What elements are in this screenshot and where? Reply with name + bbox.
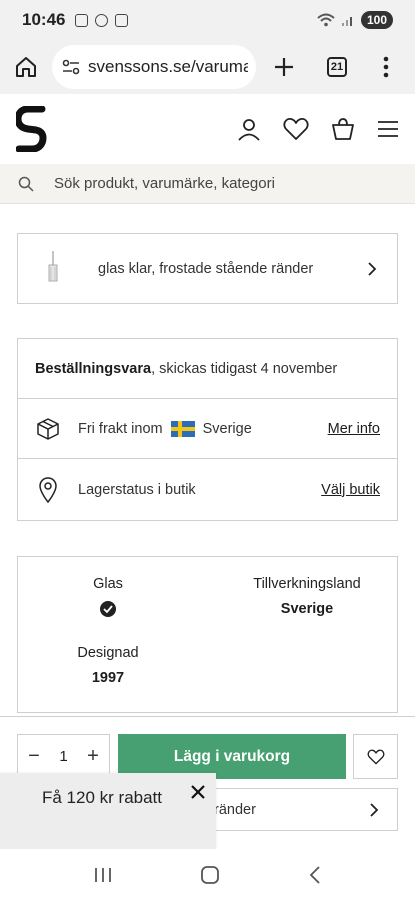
more-vert-icon — [383, 56, 389, 78]
svenssons-logo[interactable] — [16, 106, 48, 152]
site-header — [0, 94, 415, 164]
variant-thumbnail — [42, 250, 64, 287]
address-bar[interactable]: svenssons.se/varumarken — [52, 45, 256, 89]
status-right: 100 — [317, 11, 393, 29]
spec-country-label: Tillverkningsland — [253, 576, 361, 592]
spec-country-value: Sverige — [280, 601, 334, 617]
shopping-basket-icon[interactable] — [331, 117, 355, 141]
sticky-variant-label: ränder — [214, 801, 256, 818]
promo-text[interactable]: Få 120 kr rabatt — [42, 788, 162, 808]
spec-designed: Designad 1997 — [70, 645, 146, 686]
notification-chat-icon — [95, 13, 109, 27]
close-icon — [191, 785, 205, 799]
spec-glass: Glas — [70, 576, 146, 617]
hamburger-menu-icon[interactable] — [377, 120, 399, 138]
cart-divider — [0, 716, 415, 717]
sweden-flag-icon — [170, 420, 195, 437]
pendant-lamp-thumbnail-icon — [48, 250, 58, 281]
choose-store-link[interactable]: Välj butik — [321, 482, 380, 498]
chevron-right-icon — [368, 261, 377, 276]
order-item-text: Beställningsvara, skickas tidigast 4 nov… — [35, 361, 337, 377]
header-actions — [237, 117, 399, 141]
stock-text: Lagerstatus i butik — [78, 481, 196, 498]
order-item-rest: , skickas tidigast 4 november — [151, 360, 338, 377]
shipping-text: Fri frakt inom — [78, 420, 163, 437]
plus-icon — [275, 58, 293, 76]
spec-country: Tillverkningsland Sverige — [234, 576, 380, 617]
url-text: svenssons.se/varumarken — [88, 57, 248, 76]
variant-label: glas klar, frostade stående ränder — [98, 260, 314, 277]
quantity-decrease-button[interactable]: − — [26, 745, 42, 768]
home-button[interactable] — [0, 40, 52, 94]
product-specs: Glas Tillverkningsland Sverige Designad … — [17, 556, 398, 713]
search-input[interactable]: Sök produkt, varumärke, kategori — [54, 175, 275, 192]
site-settings-icon — [62, 59, 80, 75]
tab-count: 21 — [327, 57, 347, 77]
variant-selector[interactable]: glas klar, frostade stående ränder — [17, 233, 398, 304]
shipping-row: Fri frakt inom Sverige Mer info — [18, 399, 397, 459]
order-item-bold: Beställningsvara — [35, 360, 152, 377]
quantity-increase-button[interactable]: + — [85, 745, 101, 768]
status-notification-icons — [75, 13, 129, 27]
status-time: 10:46 — [22, 10, 66, 29]
spec-glass-label: Glas — [93, 576, 123, 592]
status-bar: 10:46 100 — [0, 0, 415, 40]
spec-designed-value: 1997 — [91, 670, 125, 686]
wishlist-heart-icon[interactable] — [283, 117, 309, 141]
stock-row: Lagerstatus i butik Välj butik — [18, 459, 397, 520]
location-pin-icon — [35, 476, 61, 503]
checkmark-icon — [100, 601, 116, 617]
quantity-value[interactable]: 1 — [59, 748, 67, 765]
tab-switcher-button[interactable]: 21 — [312, 40, 362, 94]
discount-promo-popup[interactable]: Få 120 kr rabatt — [0, 773, 216, 849]
site-search[interactable]: Sök produkt, varumärke, kategori — [0, 164, 415, 204]
system-navigation-bar — [0, 849, 415, 900]
back-icon[interactable] — [309, 865, 321, 884]
battery-indicator: 100 — [360, 11, 393, 29]
notification-mail-icon — [115, 13, 129, 27]
home-icon — [16, 57, 36, 77]
new-tab-button[interactable] — [256, 40, 312, 94]
browser-menu-button[interactable] — [362, 40, 410, 94]
delivery-info: Beställningsvara, skickas tidigast 4 nov… — [17, 338, 398, 521]
home-nav-icon[interactable] — [200, 865, 220, 885]
search-icon — [18, 176, 34, 192]
spec-designed-label: Designad — [77, 645, 139, 661]
signal-icon — [341, 17, 352, 26]
notification-app-icon — [75, 13, 89, 27]
chevron-right-icon — [370, 802, 379, 817]
package-icon — [35, 416, 61, 442]
order-item-row: Beställningsvara, skickas tidigast 4 nov… — [18, 339, 397, 399]
recent-apps-icon[interactable] — [94, 867, 112, 883]
heart-icon — [367, 749, 384, 764]
shipping-country: Sverige — [202, 420, 252, 437]
promo-close-button[interactable] — [188, 782, 208, 802]
add-to-wishlist-button[interactable] — [353, 734, 398, 779]
account-icon[interactable] — [237, 117, 261, 141]
wifi-icon — [317, 13, 335, 27]
shipping-more-info-link[interactable]: Mer info — [328, 421, 380, 437]
browser-toolbar: svenssons.se/varumarken 21 — [0, 40, 415, 94]
